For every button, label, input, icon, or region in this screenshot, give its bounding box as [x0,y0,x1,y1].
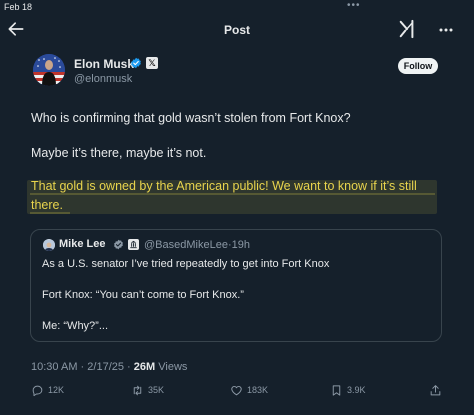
quote-text-line: As a U.S. senator I’ve tried repeatedly … [42,258,330,270]
x-affiliate-badge-icon: 𝕏 [146,57,158,69]
status-date: Feb 18 [4,2,33,12]
reply-icon [32,385,43,397]
post-screen: Feb 18 ••• Post Elon Musk 𝕏 @elonmusk Fo… [0,0,474,415]
like-count: 183K [247,385,269,395]
bookmark-icon [332,385,341,396]
like-button[interactable]: 183K [230,383,270,399]
more-options-icon[interactable] [436,20,456,40]
reply-count: 12K [48,385,65,395]
government-badge-icon [128,239,139,250]
heart-icon [231,385,242,396]
quoted-tweet-card[interactable]: Mike Lee @BasedMikeLee·19h As a U.S. sen… [30,229,442,342]
quote-text-line: Fort Knox: “You can’t come to Fort Knox.… [42,289,244,301]
follow-button[interactable]: Follow [398,58,438,74]
author-name[interactable]: Elon Musk [74,57,134,71]
quote-author-avatar[interactable] [43,239,55,251]
status-bar: Feb 18 ••• [0,0,474,14]
quote-handle-and-age: @BasedMikeLee·19h [144,239,250,251]
repost-button[interactable]: 35K [131,383,171,399]
multitask-dots[interactable]: ••• [347,0,361,11]
quote-author-name[interactable]: Mike Lee [59,238,105,250]
views-count[interactable]: 26M [134,361,155,373]
separator-dot: · [127,361,131,373]
post-time: 10:30 AM [31,361,78,373]
share-icon [430,385,441,396]
tweet-highlighted-text: That gold is owned by the American publi… [31,179,417,212]
bookmark-button[interactable]: 3.9K [330,383,370,399]
quote-author-handle[interactable]: @BasedMikeLee [144,239,228,251]
quote-text-line: Me: “Why?”... [42,320,109,332]
quote-age: 19h [231,239,250,251]
separator-dot: · [80,361,85,373]
post-date: 2/17/25 [87,361,124,373]
views-label: Views [158,361,188,373]
top-bar: Post [0,14,474,46]
repost-count: 35K [148,385,165,395]
quote-avatar-image [43,240,55,251]
reply-button[interactable]: 12K [31,383,71,399]
verified-badge-icon [131,57,141,69]
author-avatar[interactable] [33,54,65,86]
avatar-image [33,54,65,86]
post-meta: 10:30 AM · 2/17/25 · 26M Views [31,361,187,373]
bookmark-count: 3.9K [347,385,366,395]
quote-verified-badge-icon [114,239,123,250]
author-handle[interactable]: @elonmusk [74,73,132,85]
share-button[interactable] [429,383,445,399]
tweet-text-line: Who is confirming that gold wasn’t stole… [31,111,351,125]
tweet-text-line: Maybe it’s there, maybe it’s not. [31,146,207,160]
repost-icon [133,385,142,396]
grok-icon[interactable] [398,19,416,39]
